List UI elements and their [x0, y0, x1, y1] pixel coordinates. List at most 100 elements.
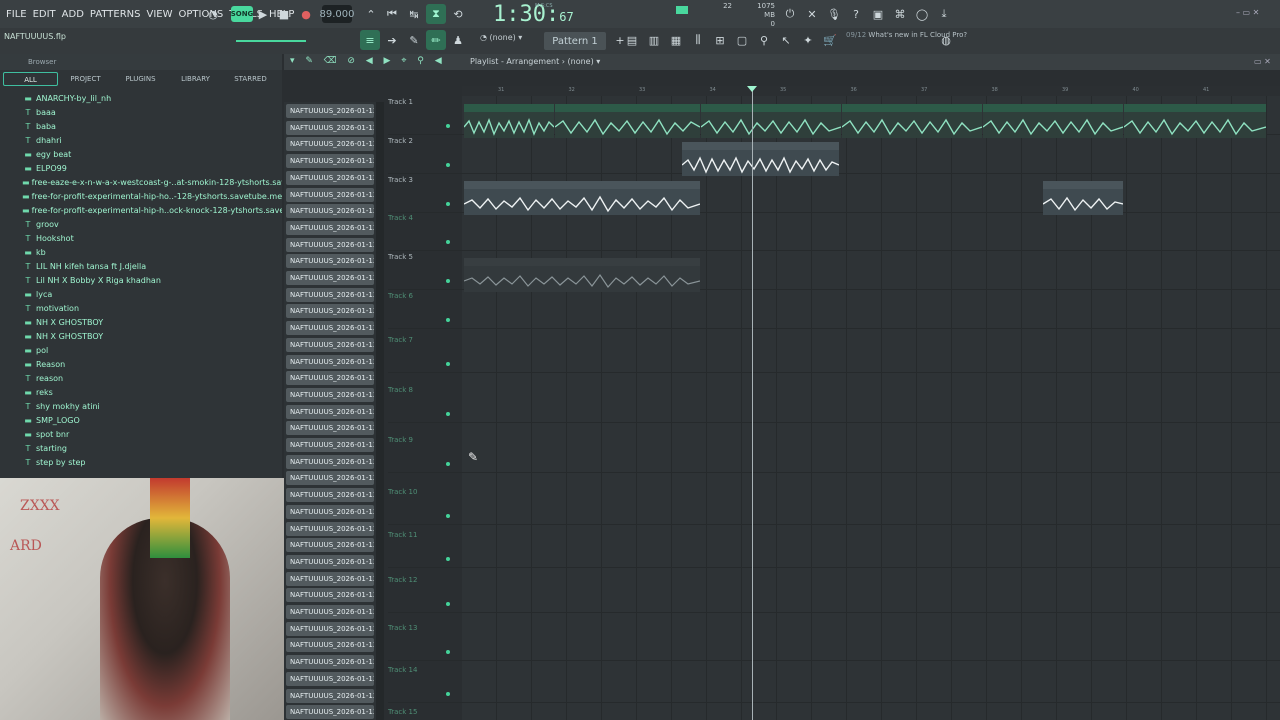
stamp-icon[interactable]: ♟: [448, 30, 468, 50]
piano-roll-icon[interactable]: ▥: [644, 30, 664, 50]
browser-item[interactable]: ▬ kb: [0, 245, 282, 259]
track-mute-led[interactable]: [446, 163, 450, 167]
playlist-window-controls[interactable]: ▭ ✕: [1254, 57, 1271, 66]
tab-project[interactable]: PROJECT: [58, 72, 113, 86]
picker-clip-item[interactable]: NAFTUUUUS_2026-01-13...: [286, 204, 374, 219]
clip-track2-master[interactable]: NAFTUUUUS_2026-01-13 19-29-43_Master: [682, 142, 839, 176]
browser-item[interactable]: ▬ ELPO99: [0, 161, 282, 175]
picker-clip-item[interactable]: NAFTUUUUS_2026-01-13...: [286, 554, 374, 569]
menu-file[interactable]: FILE: [6, 9, 27, 20]
browser-item[interactable]: ▬ pol: [0, 343, 282, 357]
clip-track3-master[interactable]: NAFTUUUUS_2026-01-13 19-20-00_Master: [464, 181, 700, 215]
browser-item[interactable]: Tstarting: [0, 441, 282, 455]
cart-icon[interactable]: 🛒: [820, 30, 840, 50]
picker-clip-item[interactable]: NAFTUUUUS_2026-01-13...: [286, 254, 374, 269]
picker-clip-item[interactable]: NAFTUUUUS_2026-01-13...: [286, 104, 374, 118]
clip-anarchy-part2[interactable]: ANARCHY-by_lil_nh - Part_2: [555, 104, 700, 138]
picker-clip-item[interactable]: NAFTUUUUS_2026-01-13...: [286, 421, 374, 436]
picker-clip-item[interactable]: NAFTUUUUS_2026-01-13...: [286, 354, 374, 369]
picker-clip-item[interactable]: NAFTUUUUS_2026-01-13...: [286, 705, 374, 720]
picker-clip-item[interactable]: NAFTUUUUS_2026-01-13...: [286, 605, 374, 619]
track-mute-led[interactable]: [446, 557, 450, 561]
playhead-marker[interactable]: [747, 86, 757, 92]
picker-clip-item[interactable]: NAFTUUUUS_2026-01-13...: [286, 237, 374, 252]
arrow-right-icon[interactable]: ➔: [382, 30, 402, 50]
playlist-icon[interactable]: ▤: [622, 30, 642, 50]
picker-clip-item[interactable]: NAFTUUUUS_2026-01-13...: [286, 471, 374, 486]
browser-item[interactable]: Tmotivation: [0, 301, 282, 315]
track-header[interactable]: Track 15: [388, 708, 462, 720]
picker-clip-item[interactable]: NAFTUUUUS_2026-01-13...: [286, 588, 374, 603]
track-mute-led[interactable]: [446, 240, 450, 244]
track-header[interactable]: Track 10: [388, 488, 462, 524]
browser-item[interactable]: ▬ NH X GHOSTBOY: [0, 329, 282, 343]
browser-item[interactable]: ▬ reks: [0, 385, 282, 399]
browser-item[interactable]: ▬ lyca: [0, 287, 282, 301]
tab-starred[interactable]: STARRED: [223, 72, 278, 86]
picker-clip-item[interactable]: NAFTUUUUS_2026-01-13...: [286, 538, 374, 553]
picker-clip-item[interactable]: NAFTUUUUS_2026-01-13...: [286, 154, 374, 169]
picker-clip-item[interactable]: NAFTUUUUS_2026-01-13...: [286, 521, 374, 536]
picker-clip-item[interactable]: NAFTUUUUS_2026-01-13...: [286, 187, 374, 202]
track-mute-led[interactable]: [446, 412, 450, 416]
picker-clip-item[interactable]: NAFTUUUUS_2026-01-13...: [286, 220, 374, 235]
typing-keyboard-icon[interactable]: ⌃: [361, 4, 381, 24]
menu-edit[interactable]: EDIT: [33, 9, 56, 20]
picker-clip-item[interactable]: NAFTUUUUS_2026-01-13...: [286, 655, 374, 670]
track-mute-led[interactable]: [446, 462, 450, 466]
track-header[interactable]: Track 11: [388, 531, 462, 567]
clip-anarchy-part1[interactable]: ANARCHY-by_..nh - Part_1: [464, 104, 554, 138]
loop-record-icon[interactable]: ⟲: [448, 4, 468, 24]
browser-item[interactable]: Tshy mokhy atini: [0, 399, 282, 413]
browser-item[interactable]: Tbaaa: [0, 105, 282, 119]
browser-item[interactable]: ▬ egy beat: [0, 147, 282, 161]
clip-anarchy-3[interactable]: ANARCHY-by_lil_nh: [701, 104, 841, 138]
countdown-icon[interactable]: ⏮: [382, 4, 402, 24]
picker-clip-item[interactable]: NAFTUUUUS_2026-01-13...: [286, 621, 374, 636]
picker-clip-item[interactable]: NAFTUUUUS_2026-01-13...: [286, 271, 374, 285]
browser-item[interactable]: Treason: [0, 371, 282, 385]
channel-rack-icon[interactable]: ▦: [666, 30, 686, 50]
track-mute-led[interactable]: [446, 514, 450, 518]
browser-item[interactable]: Tgroov: [0, 217, 282, 231]
mixer-icon[interactable]: ⫼: [688, 30, 708, 50]
picker-clip-item[interactable]: NAFTUUUUS_2026-01-13...: [286, 304, 374, 319]
picker-clip-item[interactable]: NAFTUUUUS_2026-01-13...: [286, 671, 374, 686]
track-header[interactable]: Track 3: [388, 176, 462, 212]
tab-all[interactable]: ALL: [3, 72, 58, 86]
browser-item[interactable]: ▬ spot bnr: [0, 427, 282, 441]
picker-clip-item[interactable]: NAFTUUUUS_2026-01-13...: [286, 371, 374, 386]
clip-anarchy-6[interactable]: ANARCHY-by_lil_nh: [1124, 104, 1266, 138]
cursor-icon[interactable]: ↖: [776, 30, 796, 50]
pencil-icon[interactable]: ✏: [426, 30, 446, 50]
wand-icon[interactable]: ✦: [798, 30, 818, 50]
tempo-display[interactable]: 89.000: [320, 5, 355, 23]
browser-item[interactable]: ▬ NH X GHOSTBOY: [0, 315, 282, 329]
browser-item[interactable]: T LIL NH kifeh tansa ft J.djella: [0, 259, 282, 273]
snap-select[interactable]: ◔ (none) ▾: [480, 33, 538, 48]
browser-item[interactable]: ▬ SMP_LOGO: [0, 413, 282, 427]
playhead[interactable]: [752, 86, 753, 720]
pattern-selector[interactable]: Pattern 1: [544, 32, 606, 50]
menu-view[interactable]: VIEW: [147, 9, 173, 20]
track-header[interactable]: Track 6: [388, 292, 462, 328]
track-mute-led[interactable]: [446, 692, 450, 696]
browser-item[interactable]: ▬ free-for-profit-experimental-hip-h..ock…: [0, 203, 282, 217]
tab-library[interactable]: LIBRARY: [168, 72, 223, 86]
picker-clip-item[interactable]: NAFTUUUUS_2026-01-13...: [286, 438, 374, 452]
track-header[interactable]: Track 13: [388, 624, 462, 660]
picker-clip-item[interactable]: NAFTUUUUS_2026-01-13...: [286, 137, 374, 152]
track-header[interactable]: Track 5: [388, 253, 462, 289]
browser-item[interactable]: ▬ Reason: [0, 357, 282, 371]
browser-icon[interactable]: ⊞: [710, 30, 730, 50]
menu-add[interactable]: ADD: [62, 9, 84, 20]
track-header[interactable]: Track 7: [388, 336, 462, 372]
record-button[interactable]: ●: [296, 4, 316, 24]
picker-clip-item[interactable]: NAFTUUUUS_2026-01-13...: [286, 454, 374, 469]
track-mute-led[interactable]: [446, 279, 450, 283]
picker-clip-item[interactable]: NAFTUUUUS_2026-01-13...: [286, 387, 374, 402]
browser-item[interactable]: Tdhahri: [0, 133, 282, 147]
track-mute-led[interactable]: [446, 650, 450, 654]
wait-input-icon[interactable]: ⧗: [426, 4, 446, 24]
play-button[interactable]: ▶: [253, 4, 273, 24]
